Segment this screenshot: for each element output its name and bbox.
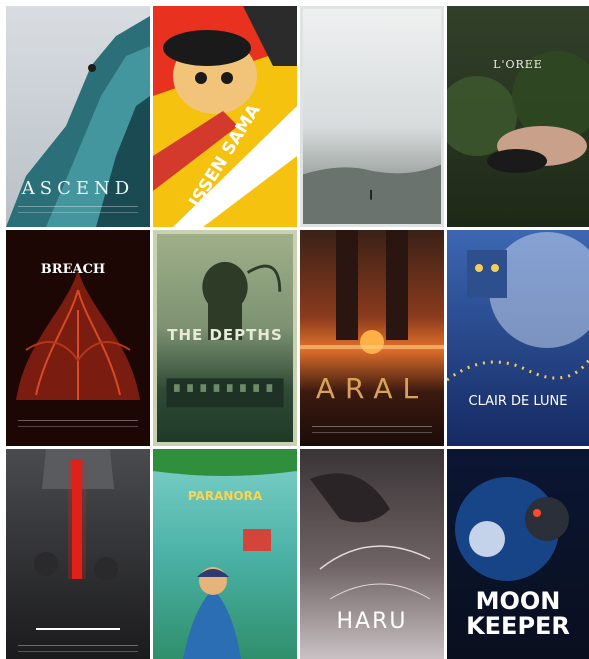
poster-aral[interactable]: ARAL xyxy=(300,230,444,446)
poster-loree-title: L'OREE xyxy=(493,58,543,71)
poster-aral-art xyxy=(300,230,444,354)
poster-issen-sama-art xyxy=(153,6,297,227)
poster-aral-credits xyxy=(311,426,433,433)
poster-ascend-credits xyxy=(17,206,139,213)
poster-loree-art xyxy=(447,51,589,173)
poster-grid: ASCEND ISSEN SAMA L'OREE BREACH THE DEPT… xyxy=(6,6,589,659)
poster-breach-credits xyxy=(17,420,139,427)
poster-clair-de-lune-title: CLAIR DE LUNE xyxy=(468,394,568,409)
poster-the-depths[interactable]: THE DEPTHS xyxy=(153,230,297,446)
poster-haru-title: HARU xyxy=(336,609,408,634)
poster-mist-art xyxy=(303,164,441,224)
poster-the-depths-title: THE DEPTHS xyxy=(167,326,283,344)
poster-ascend-title: ASCEND xyxy=(21,178,135,199)
poster-issen-sama[interactable]: ISSEN SAMA xyxy=(153,6,297,227)
poster-moon-keeper-title: MOON KEEPER xyxy=(466,587,570,640)
poster-paranora[interactable]: PARANORA xyxy=(153,449,297,659)
poster-clair-de-lune-art xyxy=(447,232,589,382)
poster-moon-keeper[interactable]: MOON KEEPER xyxy=(447,449,589,659)
poster-red-beam-credits xyxy=(17,645,139,652)
poster-clair-de-lune[interactable]: CLAIR DE LUNE xyxy=(447,230,589,446)
poster-breach-title: BREACH xyxy=(40,262,106,277)
poster-mist[interactable] xyxy=(300,6,444,227)
poster-aral-title: ARAL xyxy=(315,372,429,405)
poster-red-beam-art xyxy=(34,449,120,630)
poster-loree[interactable]: L'OREE xyxy=(447,6,589,227)
poster-red-beam[interactable] xyxy=(6,449,150,659)
poster-paranora-title: PARANORA xyxy=(187,489,263,503)
poster-paranora-art xyxy=(153,449,297,659)
poster-haru[interactable]: HARU xyxy=(300,449,444,659)
poster-ascend[interactable]: ASCEND xyxy=(6,6,150,227)
poster-breach[interactable]: BREACH xyxy=(6,230,150,446)
